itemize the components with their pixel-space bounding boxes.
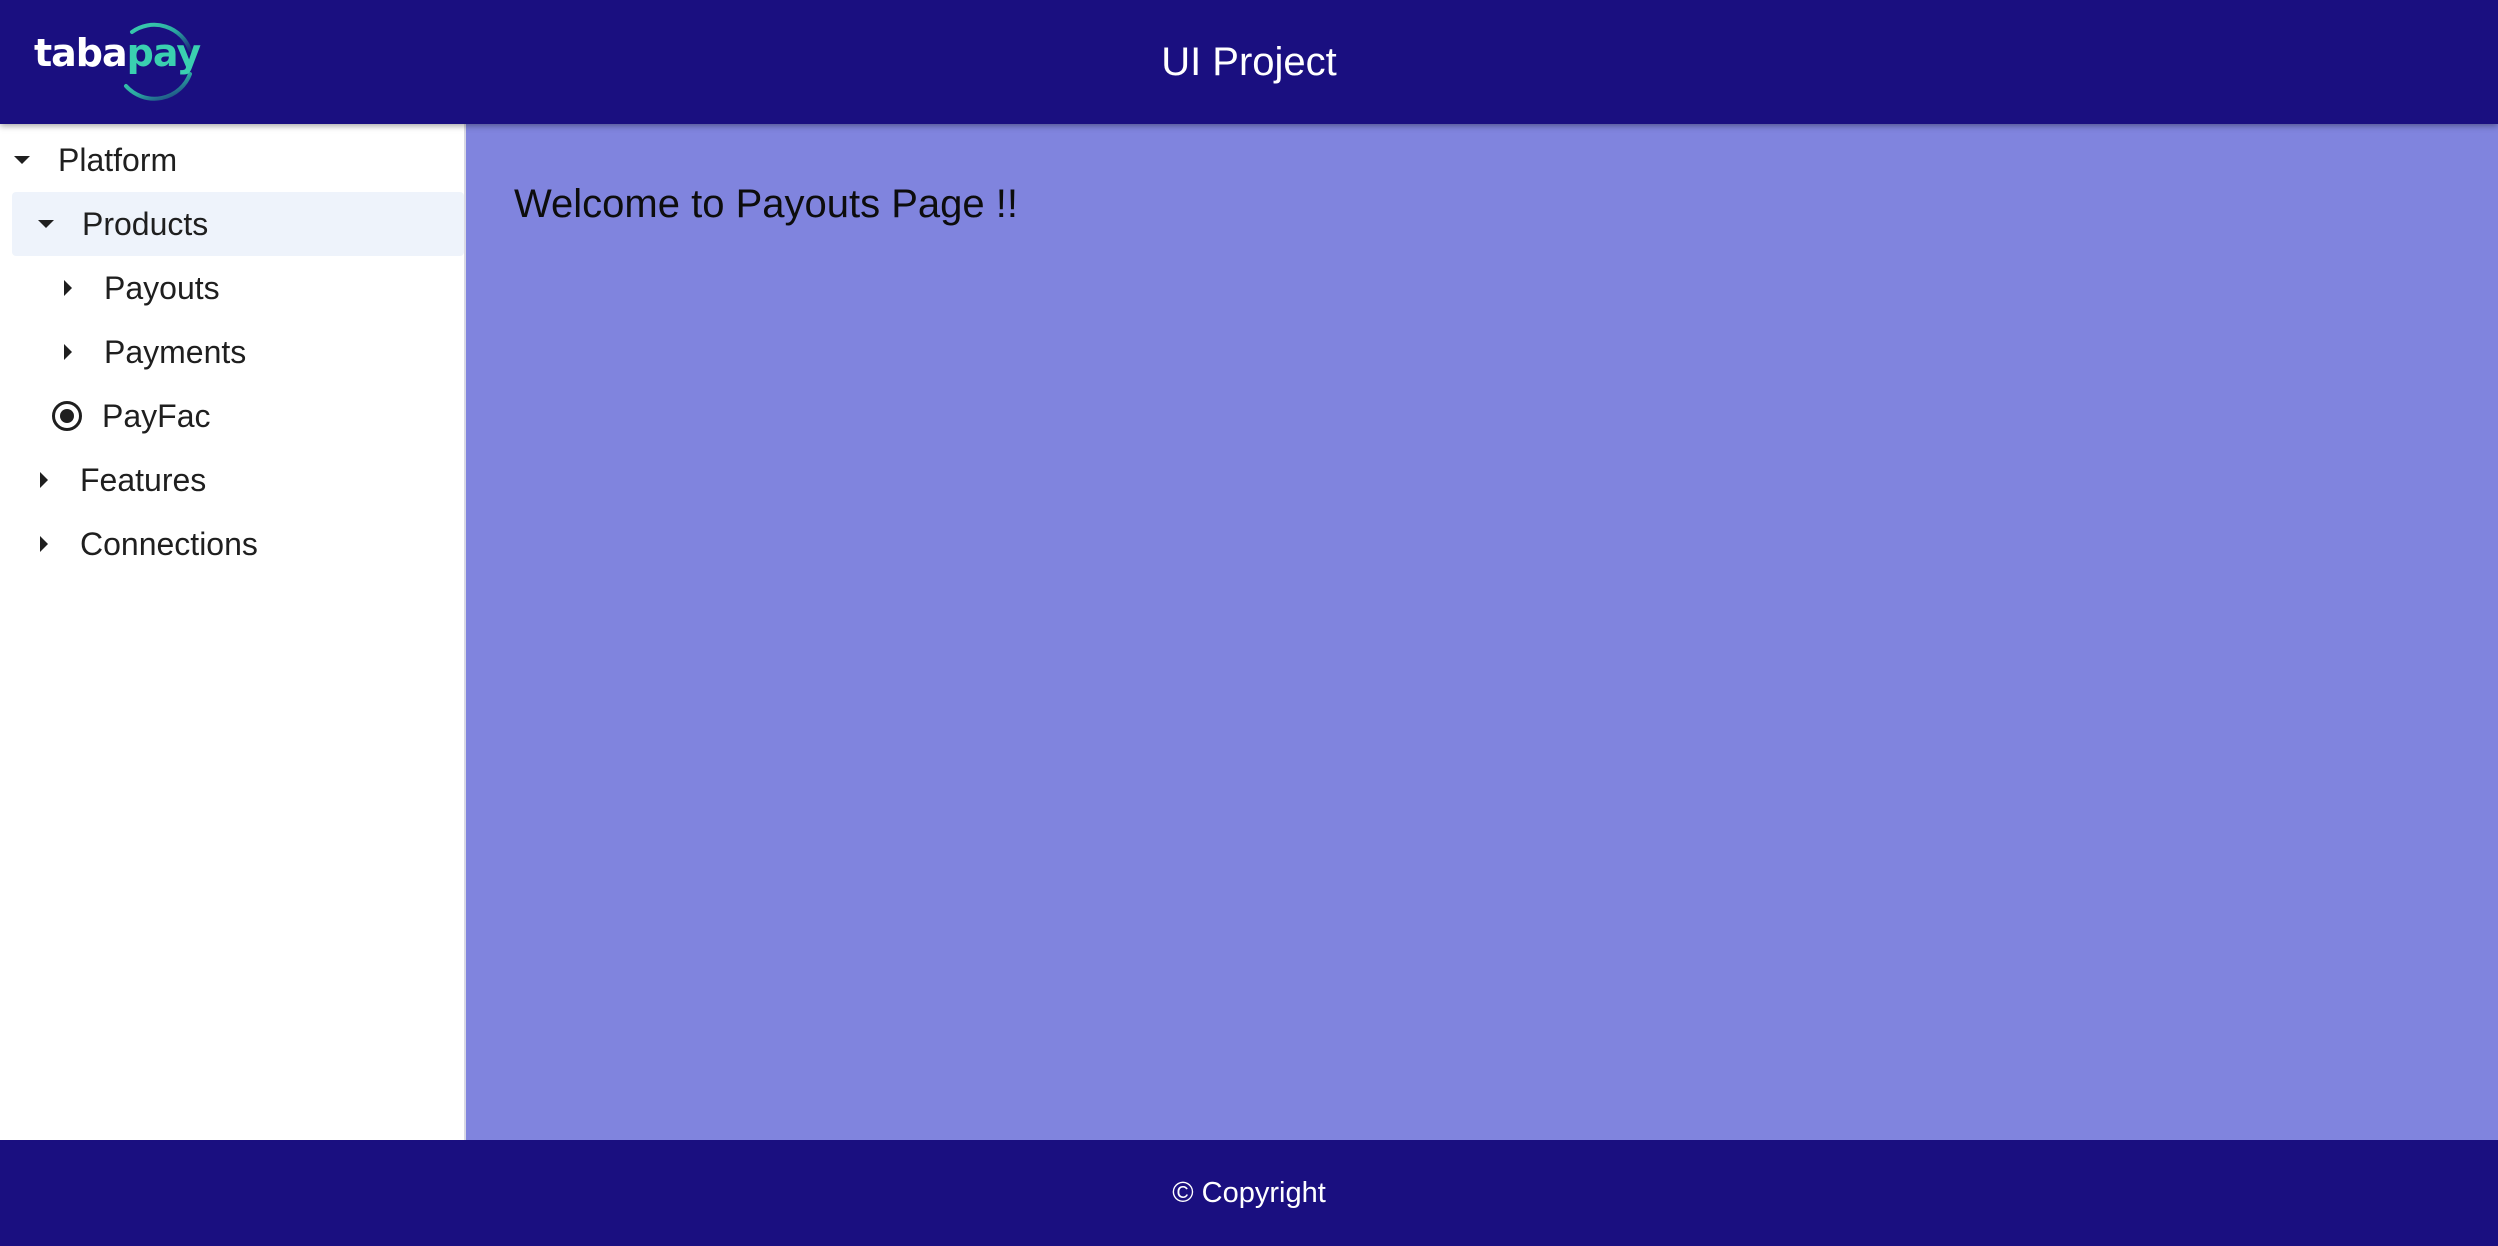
chevron-right-icon[interactable] — [32, 532, 56, 556]
tree-item-products[interactable]: Products — [12, 192, 464, 256]
main-content: Welcome to Payouts Page !! — [466, 124, 2498, 1140]
chevron-right-icon[interactable] — [56, 276, 80, 300]
app-footer: © Copyright — [0, 1140, 2498, 1246]
tree-item-connections[interactable]: Connections — [32, 512, 460, 576]
chevron-down-icon[interactable] — [34, 212, 58, 236]
app-header: tabapay UI Project — [0, 0, 2498, 124]
radio-selected-icon[interactable] — [52, 401, 82, 431]
tree-item-payments[interactable]: Payments — [56, 320, 460, 384]
tree-item-platform[interactable]: Platform — [10, 128, 460, 192]
tree-item-label: Payments — [104, 333, 247, 370]
chevron-right-icon[interactable] — [32, 468, 56, 492]
sidebar-tree: Platform Products Payouts Payments PayFa… — [0, 124, 466, 1140]
tree-item-payouts[interactable]: Payouts — [56, 256, 460, 320]
copyright-text: © Copyright — [1172, 1176, 1326, 1209]
tree-item-features[interactable]: Features — [32, 448, 460, 512]
tree-item-label: Connections — [80, 525, 258, 562]
tree-item-label: Platform — [58, 141, 178, 178]
page-title: UI Project — [1161, 39, 1337, 84]
chevron-down-icon[interactable] — [10, 148, 34, 172]
tree-item-label: Features — [80, 461, 207, 498]
tree-item-label: PayFac — [102, 397, 211, 434]
tree-item-payfac[interactable]: PayFac — [52, 384, 460, 448]
chevron-right-icon[interactable] — [56, 340, 80, 364]
welcome-heading: Welcome to Payouts Page !! — [514, 182, 1018, 226]
tree-item-label: Products — [82, 205, 209, 242]
tree-item-label: Payouts — [104, 269, 220, 306]
